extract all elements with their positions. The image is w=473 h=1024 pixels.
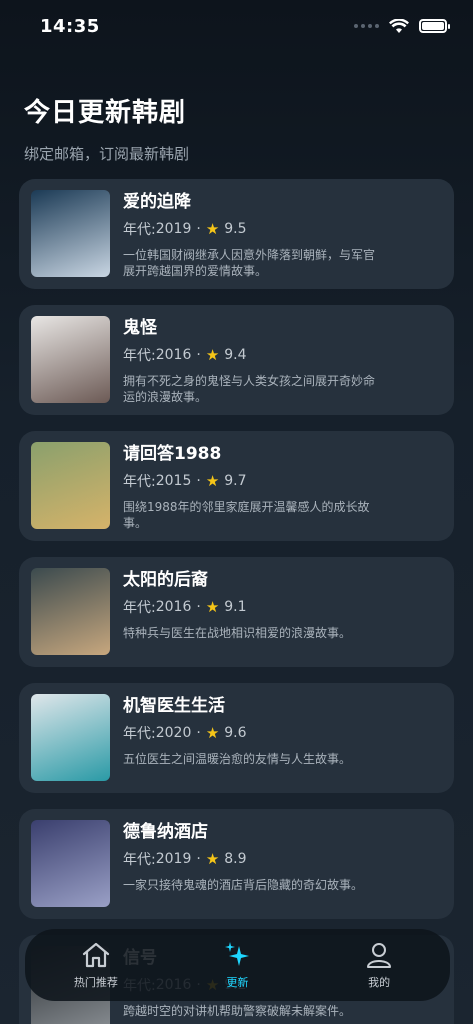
- drama-info: 德鲁纳酒店 年代: 2019 · ★ 8.9 一家只接待鬼魂的酒店背后隐藏的奇幻…: [123, 820, 378, 893]
- star-icon: ★: [205, 346, 220, 364]
- drama-card[interactable]: 机智医生生活 年代: 2020 · ★ 9.6 五位医生之间温暖治愈的友情与人生…: [19, 683, 454, 793]
- year-prefix: 年代:: [123, 600, 156, 616]
- page-title: 今日更新韩剧: [24, 98, 187, 128]
- tab-me-label: 我的: [368, 976, 391, 989]
- drama-year: 2020: [155, 725, 192, 741]
- drama-rating: 9.6: [224, 725, 247, 741]
- home-icon: [81, 940, 111, 970]
- drama-info: 鬼怪 年代: 2016 · ★ 9.4 拥有不死之身的鬼怪与人类女孩之间展开奇妙…: [123, 316, 378, 405]
- year-prefix: 年代:: [123, 726, 156, 742]
- status-bar: 14:35: [0, 0, 473, 52]
- tab-hot[interactable]: 热门推荐: [46, 940, 146, 990]
- drama-meta: 年代: 2019 · ★ 9.5: [123, 219, 378, 239]
- drama-rating: 9.1: [224, 599, 247, 615]
- drama-title: 德鲁纳酒店: [123, 822, 208, 842]
- year-prefix: 年代:: [123, 852, 156, 868]
- drama-meta: 年代: 2016 · ★ 9.4: [123, 345, 378, 365]
- status-time: 14:35: [40, 15, 100, 37]
- drama-info: 太阳的后裔 年代: 2016 · ★ 9.1 特种兵与医生在战地相识相爱的浪漫故…: [123, 568, 378, 641]
- drama-meta: 年代: 2015 · ★ 9.7: [123, 471, 378, 491]
- battery-icon: [419, 19, 450, 33]
- poster-image: [31, 568, 110, 655]
- meta-separator: ·: [196, 473, 201, 489]
- drama-meta: 年代: 2016 · ★ 9.1: [123, 597, 378, 617]
- drama-list: 爱的迫降 年代: 2019 · ★ 9.5 一位韩国财阀继承人因意外降落到朝鲜，…: [19, 179, 454, 1024]
- drama-year: 2016: [155, 347, 192, 363]
- meta-separator: ·: [196, 221, 201, 237]
- drama-title: 爱的迫降: [123, 192, 191, 212]
- page-subtitle[interactable]: 绑定邮箱，订阅最新韩剧: [24, 143, 189, 164]
- meta-separator: ·: [196, 347, 201, 363]
- tab-me[interactable]: 我的: [329, 940, 429, 990]
- drama-year: 2015: [155, 473, 192, 489]
- person-icon: [364, 940, 394, 970]
- header: 今日更新韩剧 绑定邮箱，订阅最新韩剧: [24, 92, 189, 164]
- poster-image: [31, 442, 110, 529]
- drama-rating: 8.9: [224, 851, 247, 867]
- poster-image: [31, 820, 110, 907]
- star-icon: ★: [205, 472, 220, 490]
- year-prefix: 年代:: [123, 474, 156, 490]
- star-icon: ★: [205, 724, 220, 742]
- poster-image: [31, 316, 110, 403]
- drama-description: 跨越时空的对讲机帮助警察破解未解案件。: [123, 1004, 352, 1018]
- star-icon: ★: [205, 220, 220, 238]
- drama-card[interactable]: 太阳的后裔 年代: 2016 · ★ 9.1 特种兵与医生在战地相识相爱的浪漫故…: [19, 557, 454, 667]
- star-icon: ★: [205, 850, 220, 868]
- drama-card[interactable]: 德鲁纳酒店 年代: 2019 · ★ 8.9 一家只接待鬼魂的酒店背后隐藏的奇幻…: [19, 809, 454, 919]
- star-icon: ★: [205, 598, 220, 616]
- poster-image: [31, 190, 110, 277]
- year-prefix: 年代:: [123, 222, 156, 238]
- drama-info: 请回答1988 年代: 2015 · ★ 9.7 围绕1988年的邻里家庭展开温…: [123, 442, 378, 531]
- drama-info: 爱的迫降 年代: 2019 · ★ 9.5 一位韩国财阀继承人因意外降落到朝鲜，…: [123, 190, 378, 279]
- drama-card[interactable]: 鬼怪 年代: 2016 · ★ 9.4 拥有不死之身的鬼怪与人类女孩之间展开奇妙…: [19, 305, 454, 415]
- drama-year: 2019: [155, 851, 192, 867]
- meta-separator: ·: [196, 599, 201, 615]
- poster-image: [31, 694, 110, 781]
- meta-separator: ·: [196, 725, 201, 741]
- status-icons: [354, 18, 450, 34]
- drama-rating: 9.4: [224, 347, 247, 363]
- tab-update[interactable]: 更新: [187, 940, 287, 990]
- wifi-icon: [389, 18, 409, 33]
- drama-title: 请回答1988: [123, 444, 222, 464]
- year-prefix: 年代:: [123, 348, 156, 364]
- meta-separator: ·: [196, 851, 201, 867]
- drama-description: 五位医生之间温暖治愈的友情与人生故事。: [123, 752, 352, 766]
- tab-update-label: 更新: [226, 976, 249, 989]
- drama-description: 围绕1988年的邻里家庭展开温馨感人的成长故事。: [123, 500, 370, 530]
- drama-rating: 9.5: [224, 221, 247, 237]
- drama-description: 一位韩国财阀继承人因意外降落到朝鲜，与军官展开跨越国界的爱情故事。: [123, 248, 376, 278]
- drama-title: 太阳的后裔: [123, 570, 208, 590]
- drama-meta: 年代: 2019 · ★ 8.9: [123, 849, 378, 869]
- drama-meta: 年代: 2020 · ★ 9.6: [123, 723, 378, 743]
- drama-description: 特种兵与医生在战地相识相爱的浪漫故事。: [123, 626, 352, 640]
- tab-hot-label: 热门推荐: [73, 976, 118, 989]
- drama-title: 机智医生生活: [123, 696, 225, 716]
- signal-icon: [354, 24, 379, 28]
- drama-year: 2016: [155, 599, 192, 615]
- sparkle-icon: [222, 940, 252, 970]
- drama-card[interactable]: 请回答1988 年代: 2015 · ★ 9.7 围绕1988年的邻里家庭展开温…: [19, 431, 454, 541]
- drama-card[interactable]: 爱的迫降 年代: 2019 · ★ 9.5 一位韩国财阀继承人因意外降落到朝鲜，…: [19, 179, 454, 289]
- drama-description: 拥有不死之身的鬼怪与人类女孩之间展开奇妙命运的浪漫故事。: [123, 374, 376, 404]
- drama-title: 鬼怪: [123, 318, 157, 338]
- tab-bar: 热门推荐 更新 我的: [25, 929, 450, 1001]
- drama-rating: 9.7: [224, 473, 247, 489]
- drama-year: 2019: [155, 221, 192, 237]
- drama-info: 机智医生生活 年代: 2020 · ★ 9.6 五位医生之间温暖治愈的友情与人生…: [123, 694, 378, 767]
- drama-description: 一家只接待鬼魂的酒店背后隐藏的奇幻故事。: [123, 878, 364, 892]
